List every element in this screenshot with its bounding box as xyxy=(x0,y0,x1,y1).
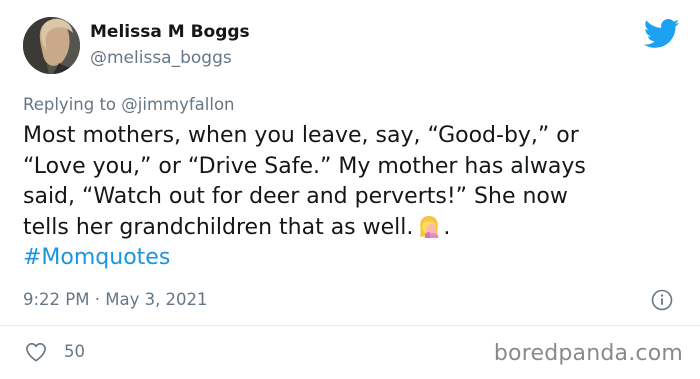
like-count[interactable]: 50 xyxy=(64,342,85,361)
tweet-card: Melissa M Boggs @melissa_boggs Replying … xyxy=(0,0,700,379)
author-handle[interactable]: @melissa_boggs xyxy=(90,48,232,68)
watermark: boredpanda.com xyxy=(493,341,683,366)
heart-icon[interactable] xyxy=(25,342,47,362)
tweet-text-suffix: . xyxy=(443,214,451,240)
tweet-text-line: tells her grandchildren that as well. xyxy=(23,214,414,240)
twitter-bird-icon[interactable] xyxy=(644,19,680,49)
tweet-text-line: “Love you,” or “Drive Safe.” My mother h… xyxy=(23,153,586,179)
woman-facepalming-emoji-icon xyxy=(420,215,439,238)
divider xyxy=(0,325,700,326)
avatar-image xyxy=(23,17,80,74)
reply-context: Replying to @jimmyfallon xyxy=(23,95,235,114)
reply-mention-link[interactable]: @jimmyfallon xyxy=(121,95,234,114)
tweet-timestamp[interactable]: 9:22 PM · May 3, 2021 xyxy=(23,290,208,309)
reply-prefix: Replying to xyxy=(23,95,117,114)
tweet-text-line: said, “Watch out for deer and perverts!”… xyxy=(23,184,568,209)
author-display-name[interactable]: Melissa M Boggs xyxy=(90,22,250,42)
hashtag-link[interactable]: #Momquotes xyxy=(23,243,688,274)
info-icon[interactable] xyxy=(651,289,673,311)
tweet-text-line-with-emoji: tells her grandchildren that as well. . xyxy=(23,213,688,244)
tweet-text-line: Most mothers, when you leave, say, “Good… xyxy=(23,123,579,148)
avatar[interactable] xyxy=(23,17,80,74)
tweet-text: Most mothers, when you leave, say, “Good… xyxy=(23,121,688,274)
